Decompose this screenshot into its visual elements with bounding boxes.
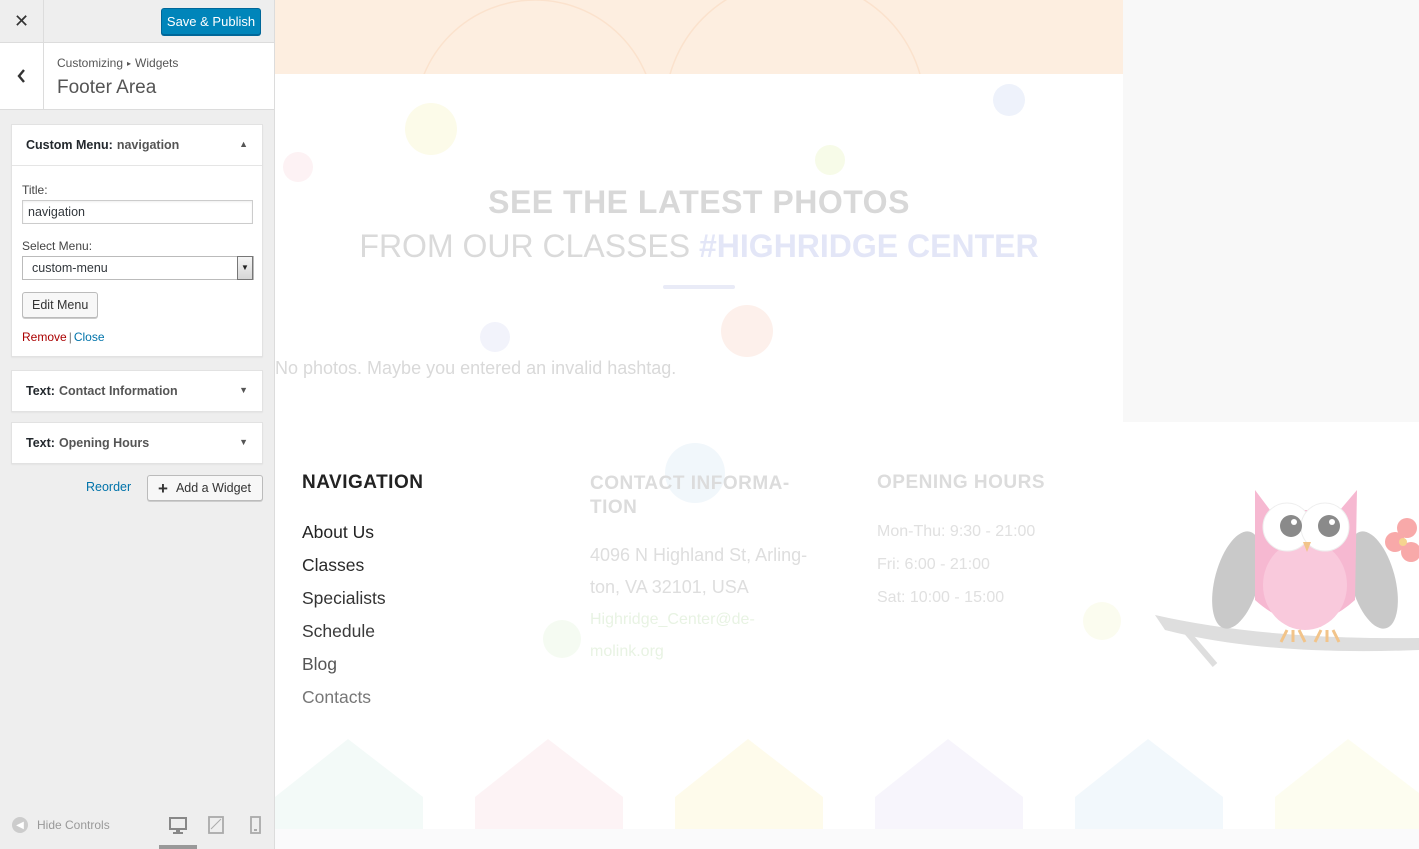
preview-side-area bbox=[1123, 0, 1419, 422]
desktop-preview-icon[interactable] bbox=[169, 815, 187, 835]
photos-heading-hashtag: #HIGHRIDGE CENTER bbox=[699, 228, 1039, 264]
tablet-preview-icon[interactable] bbox=[207, 815, 225, 835]
decorative-bubble bbox=[1083, 602, 1121, 640]
widget-header-opening-hours[interactable]: Text: Opening Hours ▼ bbox=[12, 423, 262, 463]
decorative-circles-pattern bbox=[414, 0, 926, 241]
decorative-bubble bbox=[480, 322, 510, 352]
widget-header-contact-information[interactable]: Text: Contact Information ▼ bbox=[12, 371, 262, 411]
breadcrumb-root: Customizing bbox=[57, 56, 124, 70]
contact-information-title: CONTACT INFORMA-TION bbox=[590, 473, 790, 518]
decorative-bubble bbox=[993, 84, 1025, 116]
close-customizer-button[interactable]: ✕ bbox=[0, 0, 44, 42]
peach-header-band bbox=[275, 0, 1123, 241]
collapse-circle-icon: ◀ bbox=[12, 817, 28, 833]
widget-form: Title: Select Menu: custom-menu ▼ Edit M… bbox=[12, 165, 262, 356]
add-widget-button[interactable]: + Add a Widget bbox=[147, 475, 263, 501]
title-input[interactable] bbox=[22, 200, 253, 224]
widget-type-label: Text: bbox=[26, 436, 55, 450]
opening-hours-list: Mon-Thu: 9:30 - 21:00 Fri: 6:00 - 21:00 … bbox=[877, 520, 1035, 619]
active-device-indicator bbox=[159, 845, 197, 849]
nav-item-blog[interactable]: Blog bbox=[302, 652, 386, 685]
customizer-sidebar: ✕ Save & Publish Customizing ▸ Widgets Foo… bbox=[0, 0, 275, 849]
widget-contact-information: Text: Contact Information ▼ bbox=[11, 370, 263, 412]
footer-navigation-list: About Us Classes Specialists Schedule Bl… bbox=[302, 520, 386, 718]
widget-instance-label: navigation bbox=[116, 138, 180, 152]
expand-arrow-icon[interactable]: ▼ bbox=[239, 437, 248, 447]
widget-instance-label: Contact Information bbox=[58, 384, 178, 398]
widget-instance-label: Opening Hours bbox=[58, 436, 150, 450]
select-menu-value: custom-menu bbox=[32, 261, 108, 275]
chevron-left-icon bbox=[16, 69, 25, 83]
dropdown-arrow-icon[interactable]: ▼ bbox=[237, 256, 253, 280]
decorative-bubble bbox=[405, 103, 457, 155]
select-menu-label: Select Menu: bbox=[22, 239, 93, 253]
decorative-bubble bbox=[543, 620, 581, 658]
save-publish-button[interactable]: Save & Publish bbox=[161, 8, 261, 35]
widget-custom-menu: Custom Menu: navigation ▲ Title: Select … bbox=[11, 124, 263, 357]
select-menu-dropdown[interactable]: custom-menu ▼ bbox=[22, 256, 254, 280]
breadcrumb-current: Widgets bbox=[135, 56, 179, 70]
decorative-bubble bbox=[721, 305, 773, 357]
contact-email-link[interactable]: Highridge_Center@de-molink.org bbox=[590, 604, 790, 667]
reorder-link[interactable]: Reorder bbox=[86, 480, 131, 494]
opening-hours-title: OPENING HOURS bbox=[877, 472, 1046, 493]
plus-icon: + bbox=[158, 478, 168, 498]
houses-decoration bbox=[275, 739, 1419, 849]
widget-opening-hours: Text: Opening Hours ▼ bbox=[11, 422, 263, 464]
section-header: Customizing ▸ Widgets Footer Area bbox=[0, 43, 274, 110]
photos-heading-line2: FROM OUR CLASSES #HIGHRIDGE CENTER bbox=[275, 228, 1123, 265]
hours-item: Mon-Thu: 9:30 - 21:00 bbox=[877, 523, 1036, 540]
widget-type-label: Custom Menu: bbox=[26, 138, 113, 152]
breadcrumb: Customizing ▸ Widgets bbox=[57, 56, 178, 70]
contact-address: 4096 N Highland St, Arling-ton, VA 32101… bbox=[590, 545, 808, 597]
widget-header-custom-menu[interactable]: Custom Menu: navigation ▲ bbox=[12, 125, 262, 165]
hide-controls-button[interactable]: ◀ Hide Controls bbox=[12, 817, 110, 833]
nav-item-about-us[interactable]: About Us bbox=[302, 520, 386, 553]
breadcrumb-separator-icon: ▸ bbox=[127, 59, 132, 68]
no-photos-message: No photos. Maybe you entered an invalid … bbox=[275, 358, 677, 378]
hours-item: Fri: 6:00 - 21:00 bbox=[877, 556, 990, 573]
hours-item: Sat: 10:00 - 15:00 bbox=[877, 589, 1005, 606]
actions-separator: | bbox=[68, 330, 72, 344]
expand-arrow-icon[interactable]: ▼ bbox=[239, 385, 248, 395]
nav-item-specialists[interactable]: Specialists bbox=[302, 586, 386, 619]
collapse-arrow-icon[interactable]: ▲ bbox=[239, 139, 248, 149]
decorative-bubble bbox=[283, 152, 313, 182]
title-label: Title: bbox=[22, 183, 48, 197]
hide-controls-label: Hide Controls bbox=[37, 818, 110, 832]
edit-menu-button[interactable]: Edit Menu bbox=[22, 292, 99, 318]
customizer-header: ✕ Save & Publish bbox=[0, 0, 274, 43]
photos-heading-line1: SEE THE LATEST PHOTOS bbox=[488, 184, 910, 220]
owl-illustration bbox=[1155, 490, 1419, 667]
photos-heading-prefix: FROM OUR CLASSES bbox=[359, 228, 699, 264]
add-widget-label: Add a Widget bbox=[175, 481, 251, 495]
nav-item-classes[interactable]: Classes bbox=[302, 553, 386, 586]
remove-link[interactable]: Remove bbox=[22, 330, 67, 344]
nav-item-schedule[interactable]: Schedule bbox=[302, 619, 386, 652]
heading-underline bbox=[663, 285, 735, 289]
site-preview: SEE THE LATEST PHOTOS FROM OUR CLASSES #… bbox=[275, 0, 1419, 849]
nav-item-contacts[interactable]: Contacts bbox=[302, 685, 386, 718]
navigation-title: NAVIGATION bbox=[302, 472, 424, 493]
section-title: Footer Area bbox=[57, 77, 157, 98]
back-button[interactable] bbox=[0, 43, 44, 109]
decorative-bubble bbox=[815, 145, 845, 175]
mobile-preview-icon[interactable] bbox=[246, 815, 264, 835]
widget-actions: Remove | Close bbox=[22, 330, 252, 344]
widget-type-label: Text: bbox=[26, 384, 55, 398]
close-icon: ✕ bbox=[13, 10, 30, 31]
customizer-footer: ◀ Hide Controls bbox=[0, 803, 274, 849]
close-link[interactable]: Close bbox=[74, 330, 105, 344]
